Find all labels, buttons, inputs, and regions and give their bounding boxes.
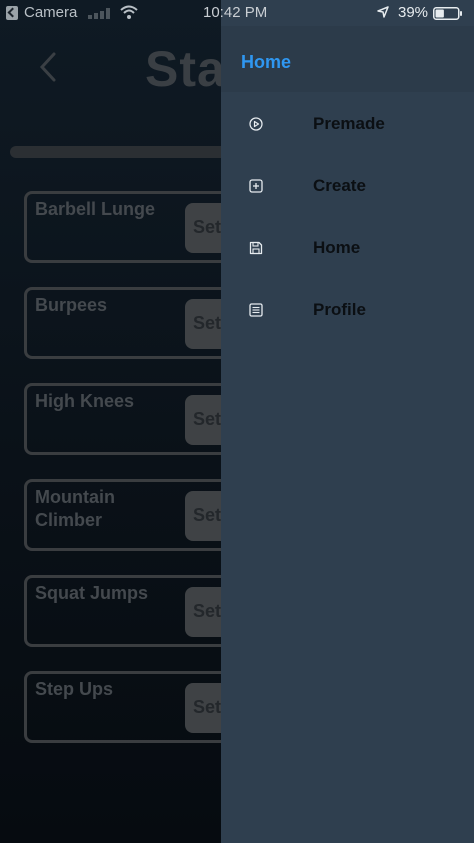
exercise-card-mountain-climber[interactable]: Mountain Climber Sets <box>24 479 255 551</box>
list-icon <box>249 303 263 317</box>
exercise-name: High Knees <box>35 391 135 411</box>
status-time: 10:42 PM <box>203 4 268 21</box>
drawer-header-title[interactable]: Home <box>241 52 291 73</box>
back-to-app-icon[interactable] <box>6 6 18 20</box>
drawer-item-premade[interactable]: Premade <box>221 101 474 147</box>
save-icon <box>249 241 263 255</box>
battery-percent: 39% <box>398 4 429 21</box>
drawer-item-home[interactable]: Home <box>221 225 474 271</box>
drawer-header[interactable]: Home <box>221 26 474 92</box>
drawer-item-label: Profile <box>313 300 366 319</box>
status-carrier[interactable]: Camera <box>24 4 77 21</box>
status-bar: Camera 10:42 PM 39% <box>0 0 474 26</box>
exercise-name: Barbell Lunge <box>35 199 156 219</box>
drawer-item-create[interactable]: Create <box>221 163 474 209</box>
drawer-item-label: Premade <box>313 114 385 133</box>
chevron-left-icon[interactable] <box>36 50 60 84</box>
drawer-item-label: Create <box>313 176 366 195</box>
navigation-drawer: Home Premade Create Home Profile <box>221 0 474 843</box>
exercise-name: Step Ups <box>35 679 114 699</box>
signal-icon <box>88 8 110 19</box>
page-title: Sta <box>145 41 226 97</box>
battery-icon <box>433 7 462 20</box>
wifi-icon <box>120 5 138 19</box>
location-arrow-icon <box>377 6 389 18</box>
play-circle-icon <box>249 117 263 131</box>
exercise-name: Mountain Climber <box>35 487 115 530</box>
drawer-item-label: Home <box>313 238 361 257</box>
exercise-name: Squat Jumps <box>35 583 149 603</box>
drawer-item-profile[interactable]: Profile <box>221 287 474 333</box>
exercise-card-barbell-lunge[interactable]: Barbell Lunge Sets <box>24 191 255 263</box>
plus-square-icon <box>249 179 263 193</box>
exercise-card-squat-jumps[interactable]: Squat Jumps Sets <box>24 575 255 647</box>
exercise-card-high-knees[interactable]: High Knees Sets <box>24 383 255 455</box>
exercise-card-burpees[interactable]: Burpees Sets <box>24 287 255 359</box>
exercise-name: Burpees <box>35 295 108 315</box>
exercise-card-step-ups[interactable]: Step Ups Sets <box>24 671 255 743</box>
